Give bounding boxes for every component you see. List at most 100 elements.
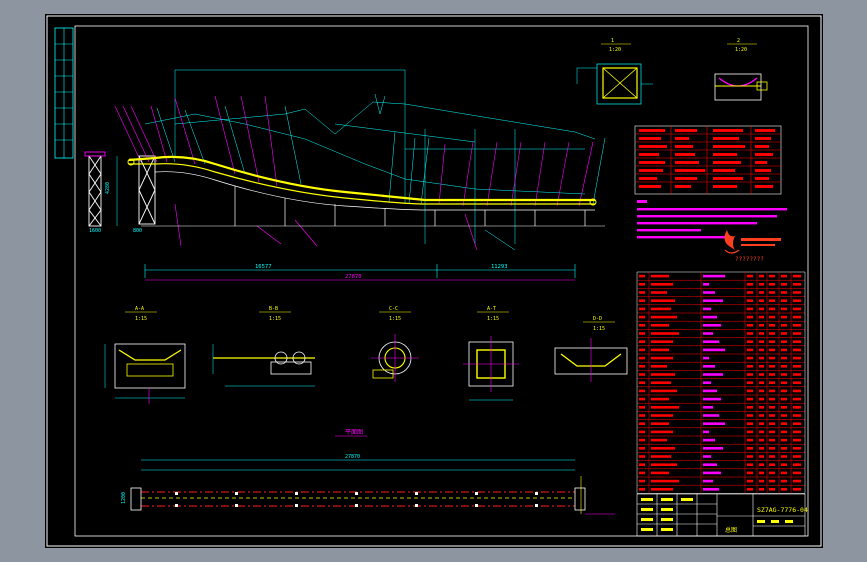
parts-list-cell <box>651 438 667 442</box>
parts-list-cell <box>703 283 709 286</box>
parts-list-cell <box>747 422 753 425</box>
parts-list-cell <box>759 397 764 401</box>
parts-list-cell <box>651 463 677 466</box>
view-4-label: A-T <box>487 306 496 312</box>
view-3-scale: 1:15 <box>389 316 401 322</box>
parts-list-cell <box>703 397 721 401</box>
parts-list-cell <box>781 373 787 376</box>
parts-list-cell <box>769 340 775 343</box>
parts-list-cell <box>793 381 801 384</box>
parts-list-cell <box>639 422 645 425</box>
parts-list-cell <box>703 455 711 458</box>
top-detail-2-scale: 1:20 <box>735 47 747 53</box>
parts-list-cell <box>703 406 713 409</box>
plan-total-dim: 27870 <box>345 454 360 460</box>
parts-list-cell <box>759 324 764 327</box>
parts-list-cell <box>769 356 775 360</box>
sheet-inner-border <box>74 25 809 537</box>
parts-list-cell <box>781 430 787 434</box>
parts-list-cell <box>793 463 801 466</box>
parts-list-cell <box>781 463 787 466</box>
parts-list-cell <box>759 438 764 442</box>
parts-list-cell <box>703 479 713 483</box>
parts-list-cell <box>769 373 775 376</box>
parts-list-cell <box>651 373 675 376</box>
parts-list-cell <box>747 356 753 360</box>
parts-list-cell <box>781 406 787 409</box>
parts-list-cell <box>747 332 753 335</box>
parts-list-cell <box>781 455 787 458</box>
parts-list-cell <box>781 324 787 327</box>
revision-strip <box>54 27 74 159</box>
parts-list-cell <box>769 348 775 352</box>
parts-list-cell <box>639 348 645 352</box>
parts-list-cell <box>747 397 753 401</box>
view-4-scale: 1:15 <box>487 316 499 322</box>
parts-list-cell <box>759 315 764 319</box>
parameter-table <box>634 125 782 195</box>
parts-list-cell <box>703 291 715 294</box>
parts-list-cell <box>639 414 645 417</box>
parts-list-cell <box>759 381 764 384</box>
parts-list-cell <box>781 479 787 483</box>
parts-list-cell <box>639 479 645 483</box>
parts-list-cell <box>769 389 775 393</box>
head-frame <box>138 155 156 225</box>
parts-list-cell <box>793 291 801 294</box>
parts-list-cell <box>703 438 715 442</box>
drawing-sheet: 1600 4280 800 16577 11293 27870 1 1:20 2… <box>45 14 823 548</box>
parts-list-cell <box>703 471 721 475</box>
parts-list-cell <box>639 373 645 376</box>
parts-list-cell <box>781 447 787 450</box>
parts-list-cell <box>651 414 673 417</box>
parts-list-cell <box>793 471 801 475</box>
parts-list-cell <box>793 365 801 368</box>
parts-list-cell <box>651 479 679 483</box>
top-detail-1: 1 1:20 <box>576 38 653 105</box>
dim-left-base: 1600 <box>89 228 101 234</box>
cyan-leader-lines <box>156 105 606 251</box>
parts-list-cell <box>747 438 753 442</box>
parts-list-cell <box>793 274 801 278</box>
parts-list-cell <box>639 447 645 450</box>
parts-list-cell <box>793 373 801 376</box>
parts-list-cell <box>793 348 801 352</box>
conveyor-drawing: 1600 4280 800 16577 11293 27870 1 1:20 2… <box>46 15 822 547</box>
view-3-label: C-C <box>389 306 398 312</box>
parts-list-cell <box>769 471 775 475</box>
parts-list-cell <box>639 455 645 458</box>
parts-list-cell <box>781 315 787 319</box>
view-5-label: D-D <box>593 316 602 322</box>
parts-list-cell <box>759 414 764 417</box>
parts-list-cell <box>769 397 775 401</box>
parts-list-cell <box>769 283 775 286</box>
parts-list-cell <box>781 381 787 384</box>
parts-list-cell <box>651 274 669 278</box>
parts-list-cell <box>639 356 645 360</box>
parts-list-cell <box>639 406 645 409</box>
view-1-scale: 1:15 <box>135 316 147 322</box>
parts-list-cell <box>759 422 764 425</box>
parts-list-cell <box>703 356 709 360</box>
cad-viewport: 1600 4280 800 16577 11293 27870 1 1:20 2… <box>0 0 867 562</box>
parts-list-cell <box>769 365 775 368</box>
main-elevation: 1600 4280 800 16577 11293 27870 <box>84 69 606 281</box>
parts-list-cell <box>651 422 669 425</box>
parts-list-cell <box>747 315 753 319</box>
parts-list-cell <box>747 381 753 384</box>
parts-list-cell <box>639 463 645 466</box>
parts-list-cell <box>759 471 764 475</box>
parts-list-cell <box>703 381 711 384</box>
sheet-outer-border <box>46 15 822 547</box>
parts-list-cell <box>639 471 645 475</box>
dim-left-base-2: 800 <box>133 228 142 234</box>
parts-list-cell <box>793 447 801 450</box>
parts-list-cell <box>703 332 713 335</box>
parts-list-cell <box>639 389 645 393</box>
parts-list-cell <box>747 389 753 393</box>
parts-list-cell <box>781 283 787 286</box>
parts-list-cell <box>651 381 671 384</box>
plan-view-label: 平面图 <box>345 429 363 436</box>
parts-list-cell <box>651 291 667 294</box>
parts-list-cell <box>769 438 775 442</box>
